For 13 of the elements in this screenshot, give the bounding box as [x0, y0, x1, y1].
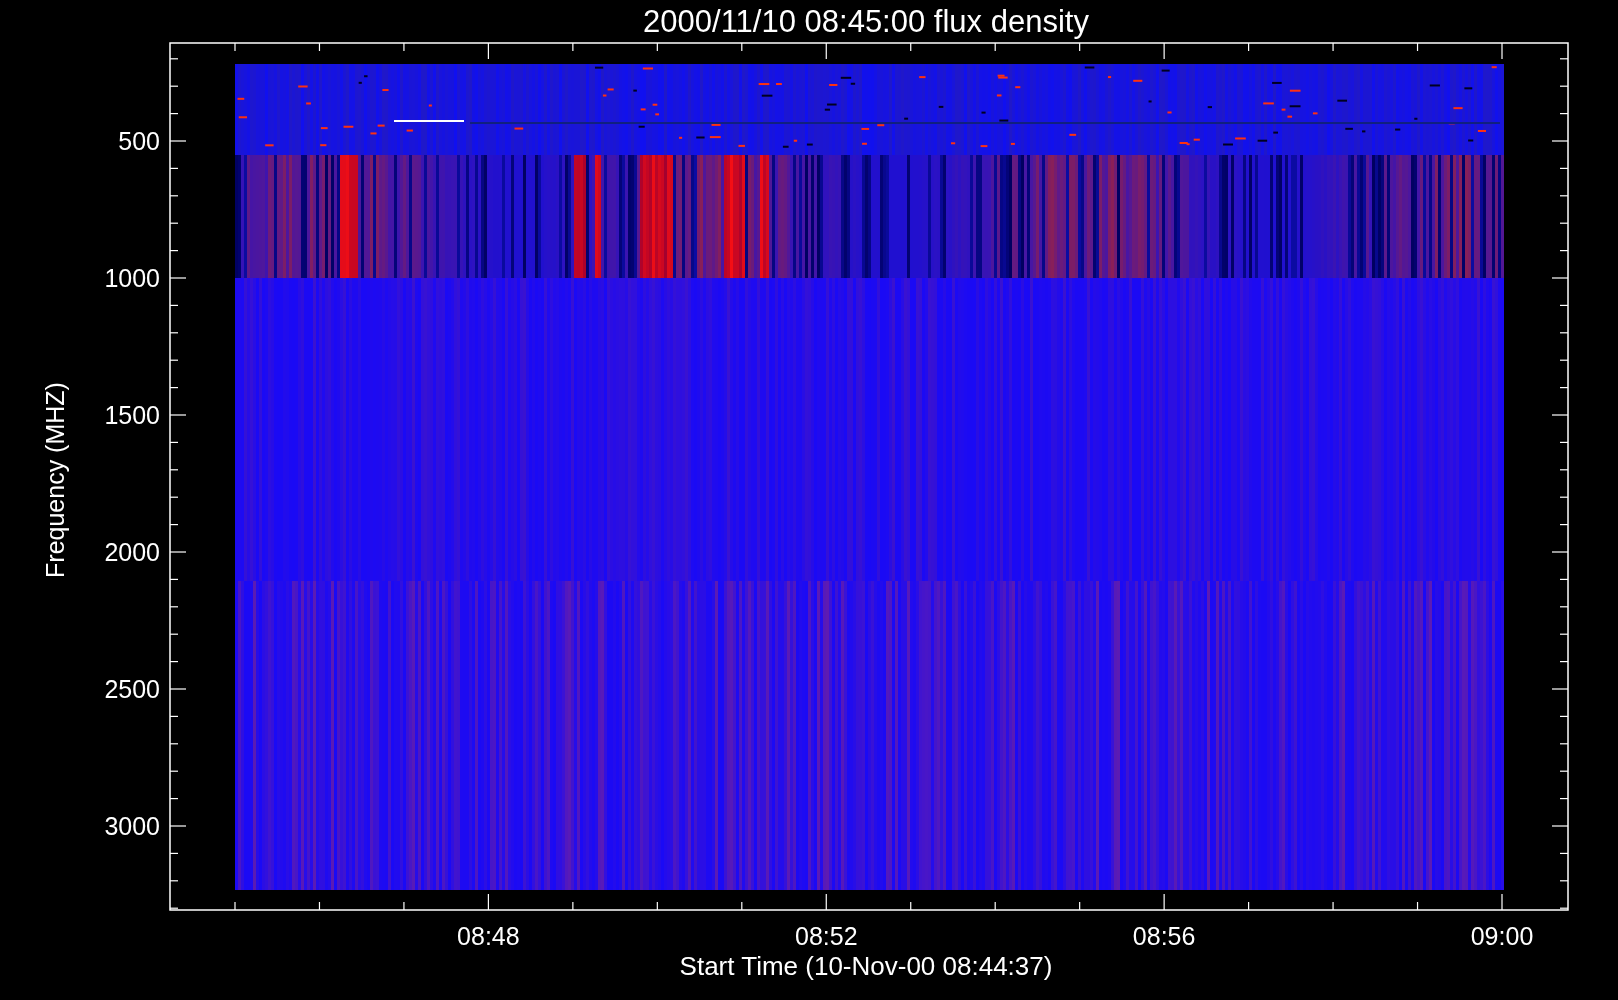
x-axis-label: Start Time (10-Nov-00 08:44:37): [679, 951, 1053, 981]
y-tick-label: 3000: [104, 812, 160, 840]
y-tick-label: 1000: [104, 264, 160, 292]
x-tick-label: 08:52: [795, 922, 858, 950]
y-tick-label: 2000: [104, 538, 160, 566]
y-tick-label: 1500: [104, 401, 160, 429]
x-tick-label: 08:56: [1132, 922, 1196, 950]
y-axis-label: Frequency (MHZ): [41, 382, 69, 578]
x-tick-label: 08:48: [457, 922, 520, 950]
plot-title: 2000/11/10 08:45:00 flux density: [643, 4, 1089, 39]
y-tick-label: 500: [118, 127, 160, 155]
x-tick-label: 09:00: [1470, 922, 1534, 950]
y-tick-label: 2500: [104, 675, 160, 703]
